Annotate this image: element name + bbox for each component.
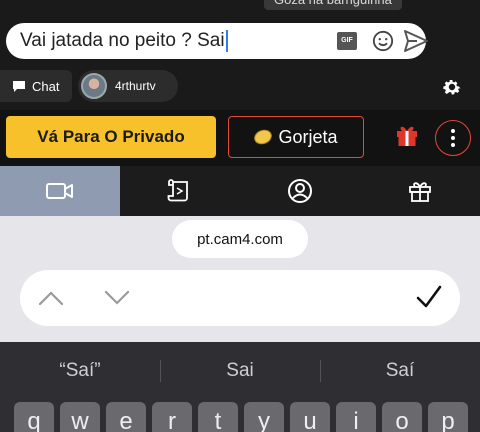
gift-icon[interactable]: [394, 122, 420, 148]
key[interactable]: u: [290, 402, 330, 432]
video-camera-icon: [46, 183, 73, 199]
tip-button[interactable]: Gorjeta: [228, 116, 364, 158]
chat-toast: Goza na barriguinha: [264, 0, 402, 10]
more-dot: [451, 129, 455, 133]
private-show-button[interactable]: Vá Para O Privado: [6, 116, 216, 158]
chevron-down-icon[interactable]: [104, 290, 130, 306]
chat-input-text[interactable]: Vai jatada no peito ? Sai: [20, 30, 225, 52]
keyboard: “Saí” Sai Saí q w e r t y u i o p: [0, 342, 480, 432]
tab-chat-label: Chat: [32, 78, 60, 94]
url-bar[interactable]: pt.cam4.com: [172, 220, 308, 258]
scroll-icon: [167, 179, 188, 202]
send-icon[interactable]: [403, 29, 429, 53]
gif-icon[interactable]: GIF: [337, 32, 357, 50]
tab-chat[interactable]: Chat: [0, 70, 72, 102]
key[interactable]: o: [382, 402, 422, 432]
key[interactable]: w: [60, 402, 100, 432]
key[interactable]: q: [14, 402, 54, 432]
key[interactable]: e: [106, 402, 146, 432]
avatar: [81, 73, 107, 99]
chat-bubble-icon: [13, 80, 25, 92]
nav-tab-video[interactable]: [0, 166, 120, 216]
key[interactable]: i: [336, 402, 376, 432]
chat-tabs-row: Chat 4rthurtv: [0, 64, 480, 110]
more-dot: [451, 143, 455, 147]
text-caret: [225, 30, 228, 52]
more-options-button[interactable]: [435, 120, 471, 156]
key[interactable]: r: [152, 402, 192, 432]
gear-icon[interactable]: [441, 76, 463, 98]
form-accessory-bar: [20, 270, 460, 326]
keyboard-row: q w e r t y u i o p: [0, 402, 480, 432]
gift-icon: [409, 182, 431, 202]
coin-icon: [252, 127, 275, 147]
key[interactable]: p: [428, 402, 468, 432]
suggestion-2[interactable]: Sai: [160, 356, 320, 386]
nav-tab-gifts[interactable]: [360, 166, 480, 216]
checkmark-icon[interactable]: [416, 284, 442, 310]
tab-user[interactable]: 4rthurtv: [78, 70, 178, 102]
key[interactable]: t: [198, 402, 238, 432]
chat-input-bar: Vai jatada no peito ? Sai GIF: [0, 18, 480, 64]
actions-row: Vá Para O Privado Gorjeta: [0, 110, 480, 166]
key[interactable]: y: [244, 402, 284, 432]
chat-input[interactable]: Vai jatada no peito ? Sai GIF: [6, 23, 429, 59]
tip-button-label: Gorjeta: [278, 126, 338, 147]
profile-icon: [288, 179, 312, 203]
browser-bar: pt.cam4.com: [0, 216, 480, 342]
more-dot: [451, 136, 455, 140]
chevron-up-icon[interactable]: [38, 290, 64, 306]
nav-tab-scroll[interactable]: [120, 166, 240, 216]
user-name: 4rthurtv: [115, 79, 156, 93]
nav-tab-profile[interactable]: [240, 166, 360, 216]
emoji-icon[interactable]: [372, 30, 394, 52]
top-strip: [0, 0, 480, 18]
suggestion-1[interactable]: “Saí”: [0, 356, 160, 386]
suggestion-3[interactable]: Saí: [320, 356, 480, 386]
bottom-nav: [0, 166, 480, 216]
